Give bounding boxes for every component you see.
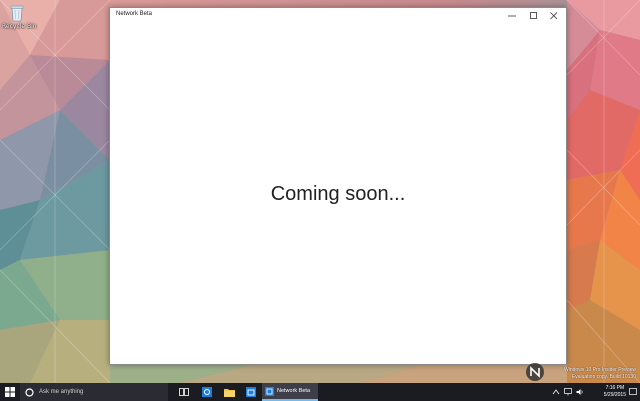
taskbar-app-store[interactable]	[242, 383, 260, 401]
clock-date: 5/29/2015	[603, 392, 626, 398]
chevron-up-icon[interactable]	[552, 388, 560, 396]
watermark-line-1: Windows 10 Pro Insider Preview	[564, 367, 636, 373]
taskbar-clock[interactable]: 7:16 PM 5/29/2015	[604, 385, 626, 399]
taskbar-app-file-explorer[interactable]	[220, 383, 238, 401]
maximize-button[interactable]	[524, 8, 544, 24]
task-view-icon	[179, 388, 189, 396]
network-icon[interactable]	[564, 388, 572, 396]
minimize-button[interactable]	[502, 8, 522, 24]
build-watermark: Windows 10 Pro Insider Preview Evaluatio…	[564, 367, 636, 381]
settings-gear-icon	[202, 387, 212, 397]
recycle-bin-icon	[9, 4, 25, 22]
start-button[interactable]	[0, 383, 20, 401]
app-window: Network Beta Coming soon...	[109, 7, 567, 365]
windows-logo-icon	[5, 387, 15, 397]
minimize-icon	[508, 15, 516, 17]
notification-icon[interactable]	[629, 388, 637, 396]
folder-icon	[223, 388, 235, 397]
close-icon	[550, 12, 558, 20]
coming-soon-message: Coming soon...	[270, 183, 406, 205]
clock-time: 7:16 PM	[605, 385, 625, 391]
desktop-icon-recycle-bin[interactable]: Recycle Bin	[2, 4, 37, 30]
search-box[interactable]: Ask me anything	[20, 383, 168, 401]
maximize-icon	[530, 12, 537, 19]
window-title: Network Beta	[116, 11, 153, 17]
taskbar: Ask me anything Network Beta 7:16 PM 5/2…	[0, 383, 640, 401]
close-button[interactable]	[544, 8, 564, 24]
taskbar-app-network-beta[interactable]: Network Beta	[262, 383, 318, 401]
store-bag-icon	[246, 387, 256, 397]
system-tray: 7:16 PM 5/29/2015	[550, 383, 640, 401]
network-app-icon	[265, 386, 274, 396]
title-bar[interactable]: Network Beta	[110, 8, 566, 24]
desktop-icon-label: Recycle Bin	[2, 23, 37, 30]
cortana-circle-icon	[25, 387, 34, 397]
taskbar-app-settings[interactable]	[198, 383, 216, 401]
search-placeholder: Ask me anything	[39, 389, 84, 395]
task-view-button[interactable]	[175, 383, 193, 401]
volume-icon[interactable]	[576, 388, 584, 396]
taskbar-app-label: Network Beta	[277, 388, 311, 394]
site-logo-icon	[526, 363, 544, 381]
desktop: Recycle Bin Network Beta Coming soon... …	[0, 0, 640, 401]
watermark-line-2: Evaluation copy. Build 10130	[571, 374, 636, 380]
